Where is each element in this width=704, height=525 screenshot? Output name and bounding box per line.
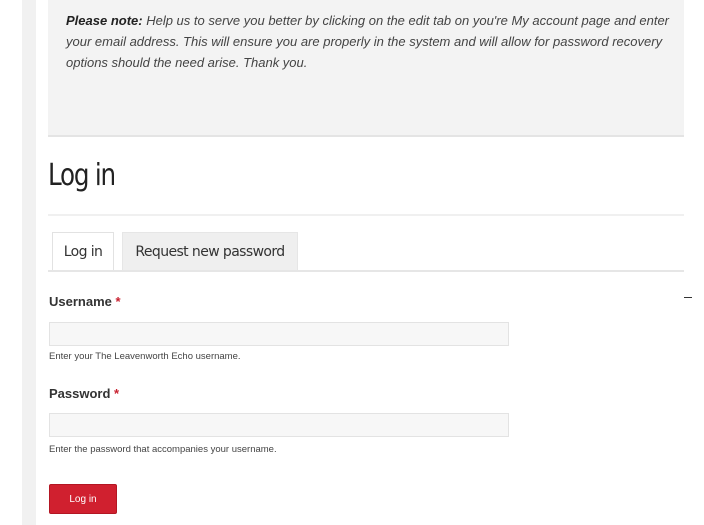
stray-dash-mark bbox=[684, 297, 692, 298]
tab-log-in[interactable]: Log in bbox=[52, 232, 114, 270]
notice-box: Please note: Help us to serve you better… bbox=[48, 0, 684, 137]
password-description: Enter the password that accompanies your… bbox=[49, 444, 277, 455]
username-label-text: Username bbox=[49, 294, 112, 309]
tab-request-new-password[interactable]: Request new password bbox=[122, 232, 298, 270]
notice-body: Help us to serve you better by clicking … bbox=[66, 13, 669, 70]
log-in-button[interactable]: Log in bbox=[49, 484, 117, 514]
notice-lead: Please note: bbox=[66, 13, 143, 28]
username-input[interactable] bbox=[49, 322, 509, 346]
password-label-text: Password bbox=[49, 386, 111, 401]
password-required-mark: * bbox=[114, 386, 120, 401]
username-label: Username * bbox=[49, 294, 121, 309]
password-label: Password * bbox=[49, 386, 119, 401]
left-border-strip bbox=[22, 0, 36, 525]
password-input[interactable] bbox=[49, 413, 509, 437]
username-required-mark: * bbox=[115, 294, 121, 309]
title-divider bbox=[48, 214, 684, 216]
username-description: Enter your The Leavenworth Echo username… bbox=[49, 351, 241, 362]
notice-message: Please note: Help us to serve you better… bbox=[66, 10, 676, 73]
login-tabs: Log in Request new password bbox=[48, 232, 684, 272]
page-title: Log in bbox=[48, 158, 116, 193]
main-content: Please note: Help us to serve you better… bbox=[36, 0, 684, 525]
